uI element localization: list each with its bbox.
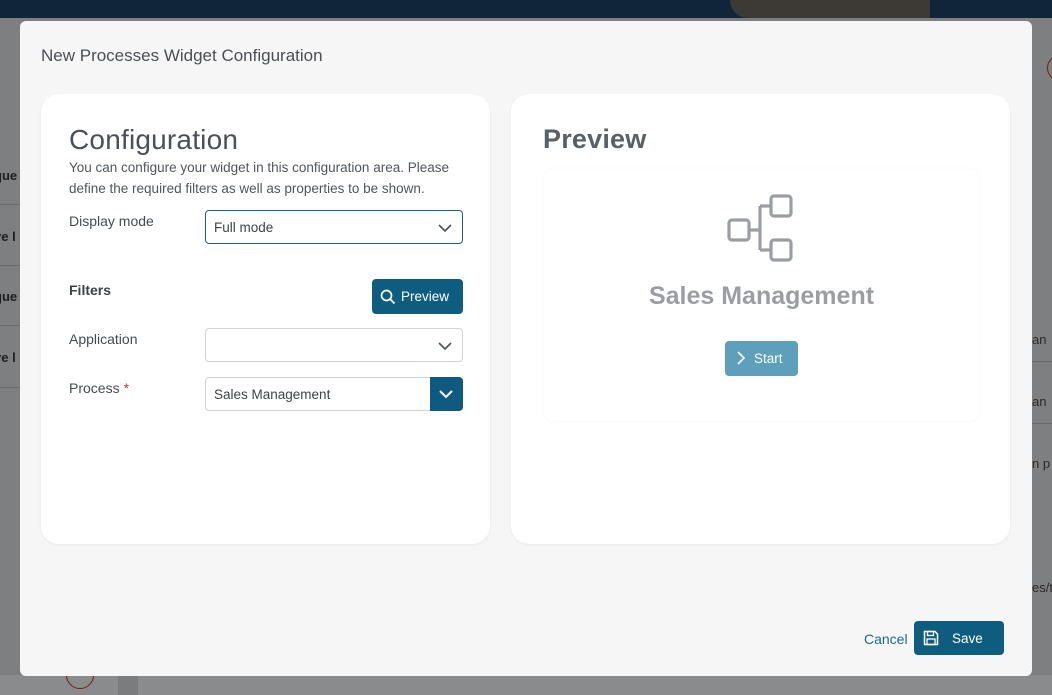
- background-row: ve l: [0, 350, 16, 365]
- divider: [0, 325, 20, 326]
- preview-heading: Preview: [543, 124, 647, 154]
- save-button[interactable]: Save: [914, 621, 1004, 655]
- required-marker: *: [123, 380, 130, 396]
- start-button[interactable]: Start: [725, 341, 798, 376]
- background-left-list: que ve l que ve l: [0, 18, 20, 695]
- configuration-card: Configuration You can configure your wid…: [41, 94, 490, 544]
- background-banner-image: [730, 0, 930, 18]
- cancel-link[interactable]: Cancel: [864, 631, 908, 647]
- chevron-down-icon: [438, 342, 452, 351]
- process-select[interactable]: Sales Management: [205, 377, 463, 411]
- background-topbar: [0, 0, 1052, 18]
- divider: [1032, 423, 1052, 424]
- background-row: que: [0, 168, 18, 183]
- process-label-text: Process: [69, 380, 120, 396]
- divider: [0, 387, 20, 388]
- chevron-down-icon: [438, 224, 452, 233]
- preview-button-label: Preview: [401, 289, 450, 304]
- background-text-fragment: es/t: [1032, 580, 1052, 595]
- search-icon: [380, 289, 396, 305]
- background-row: que: [0, 289, 18, 304]
- chevron-right-icon: [737, 351, 746, 365]
- widget-preview-panel: Sales Management Start: [544, 169, 979, 421]
- background-panel-edge: [118, 675, 138, 695]
- divider: [0, 204, 20, 205]
- display-mode-select[interactable]: Full mode: [205, 210, 463, 244]
- configuration-description: You can configure your widget in this co…: [69, 160, 449, 196]
- background-bottom: [0, 661, 1052, 695]
- floppy-disk-icon: [923, 630, 939, 646]
- save-button-label: Save: [952, 631, 983, 646]
- configuration-heading: Configuration: [69, 124, 239, 155]
- application-select[interactable]: [205, 328, 463, 362]
- background-text-fragment: n p: [1032, 456, 1051, 471]
- divider: [1032, 361, 1052, 362]
- modal-title: New Processes Widget Configuration: [41, 46, 323, 65]
- chevron-down-icon: [439, 390, 453, 399]
- process-dropdown-button[interactable]: [430, 377, 463, 411]
- process-value: Sales Management: [214, 387, 331, 402]
- start-button-label: Start: [754, 351, 783, 366]
- preview-process-name: Sales Management: [648, 282, 875, 310]
- filters-label: Filters: [69, 282, 112, 298]
- preview-card: Preview Sales Management Start: [511, 94, 1010, 544]
- background-right-list: an an n p es/t: [1032, 18, 1052, 695]
- divider: [0, 265, 20, 266]
- widget-configuration-modal: New Processes Widget Configuration Confi…: [20, 21, 1032, 676]
- background-text-fragment: an: [1032, 394, 1047, 409]
- display-mode-label: Display mode: [69, 213, 154, 229]
- process-diagram-icon: [727, 194, 793, 262]
- application-label: Application: [69, 331, 138, 347]
- background-text-fragment: an: [1032, 332, 1047, 347]
- background-row: ve l: [0, 229, 16, 244]
- preview-button[interactable]: Preview: [372, 279, 463, 314]
- process-label: Process *: [69, 380, 129, 396]
- display-mode-value: Full mode: [214, 220, 274, 235]
